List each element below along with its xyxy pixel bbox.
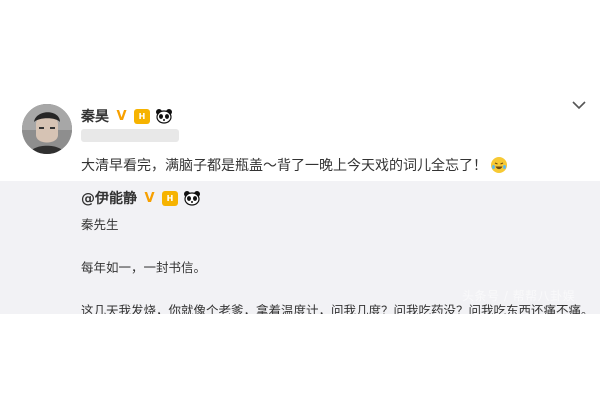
post-text: 大清早看完，满脑子都是瓶盖～背了一晚上今天戏的词儿全忘了！ bbox=[81, 158, 487, 174]
author-name[interactable]: 秦昊 bbox=[81, 106, 109, 126]
post-content: 大清早看完，满脑子都是瓶盖～背了一晚上今天戏的词儿全忘了！ bbox=[81, 155, 507, 175]
verified-icon: V bbox=[144, 190, 155, 206]
laugh-cry-icon bbox=[491, 157, 507, 173]
crown-icon: H bbox=[134, 108, 150, 124]
panda-icon bbox=[155, 108, 173, 124]
crown-icon: H bbox=[162, 190, 178, 206]
author-row: 秦昊 V H bbox=[81, 106, 173, 126]
blank-area bbox=[0, 314, 600, 400]
panda-icon bbox=[183, 190, 201, 206]
chevron-down-icon[interactable] bbox=[572, 100, 586, 110]
avatar-image bbox=[22, 104, 72, 154]
repost-author-row: @伊能静 V H bbox=[81, 189, 201, 207]
avatar[interactable] bbox=[22, 104, 72, 154]
blurred-post-meta bbox=[81, 129, 179, 142]
verified-icon: V bbox=[116, 108, 127, 124]
watermark: 头条号 / 帮帮八卦娱 bbox=[462, 289, 576, 303]
repost-text-line: 每年如一，一封书信。 bbox=[81, 260, 207, 275]
repost-author-link[interactable]: @伊能静 bbox=[81, 188, 137, 208]
repost-text-line: 秦先生 bbox=[81, 217, 119, 232]
